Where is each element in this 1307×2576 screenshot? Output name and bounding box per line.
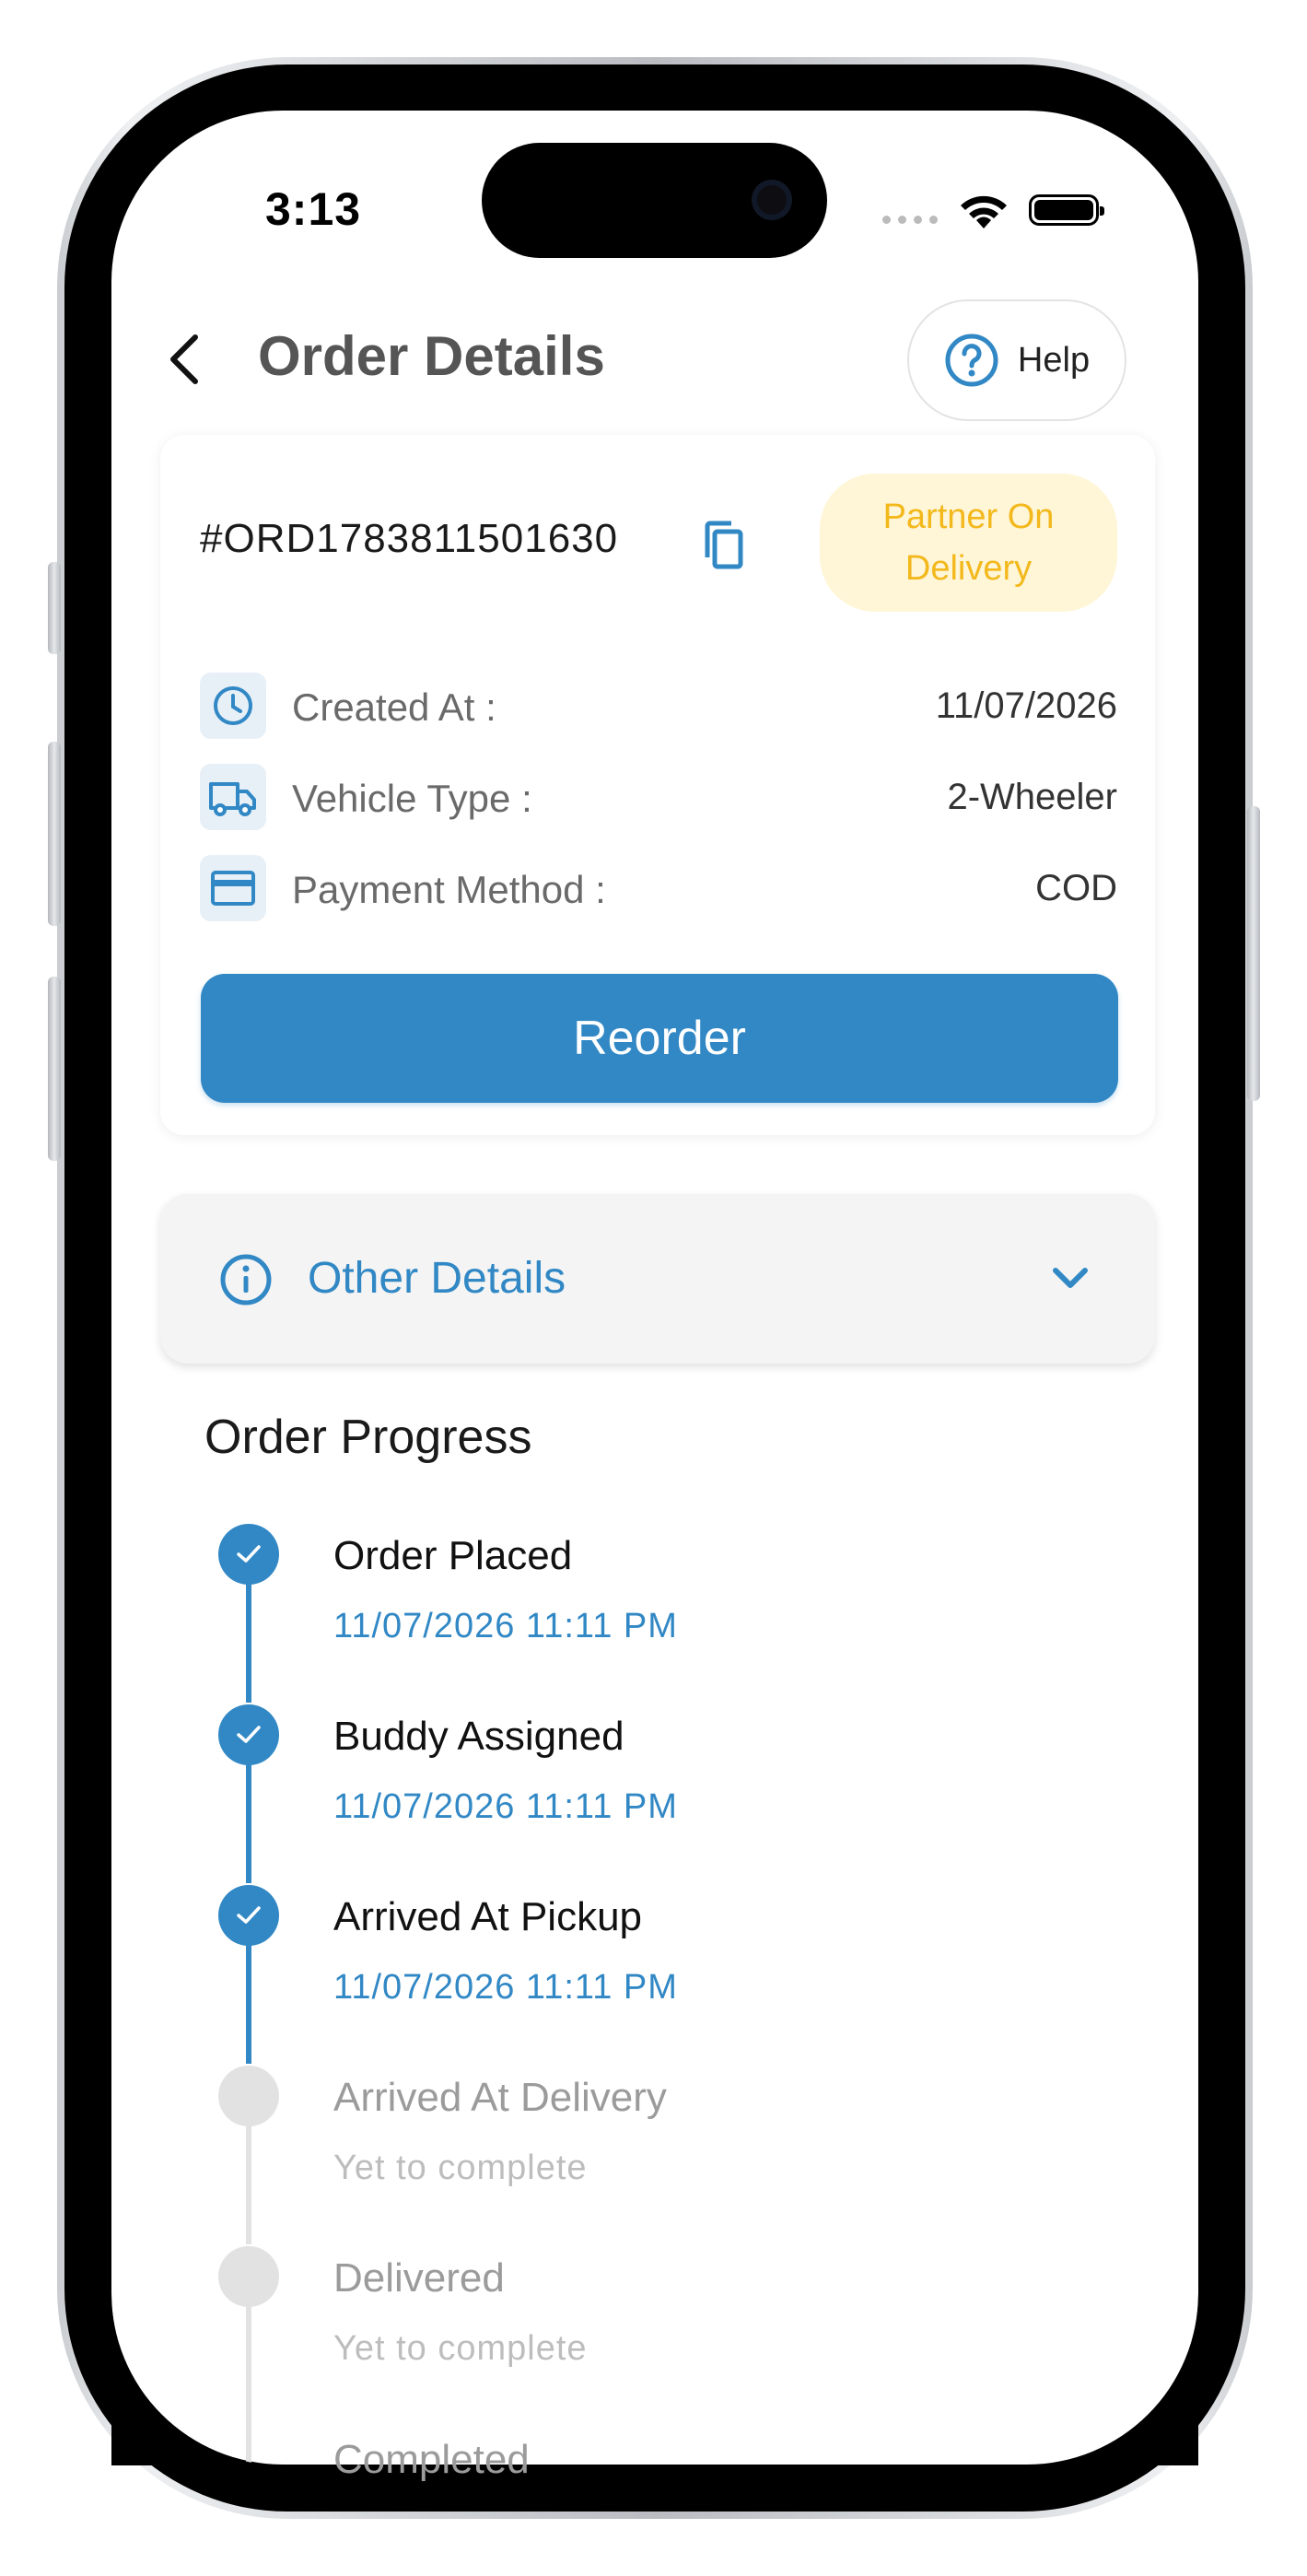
step-timestamp: 11/07/2026 11:11 PM [333,1968,678,2007]
step-title: Order Placed [333,1533,573,1578]
step-title: Arrived At Delivery [333,2075,667,2120]
detail-row-created-at: Created At : 11/07/2026 [200,673,1117,739]
detail-label: Payment Method : [292,868,606,911]
detail-label: Vehicle Type : [292,777,532,820]
info-icon [220,1254,272,1306]
other-details-accordion[interactable]: Other Details [160,1194,1155,1364]
order-progress-title: Order Progress [204,1411,532,1464]
dynamic-island [482,143,827,258]
detail-row-vehicle-type: Vehicle Type : 2-Wheeler [200,764,1117,830]
step-status: Yet to complete [333,2149,588,2187]
wifi-icon [961,195,1007,228]
timeline-connector [246,1582,251,1703]
help-button[interactable]: Help [907,299,1126,421]
clock-icon [200,673,266,739]
timeline-connector [246,1943,251,2064]
chevron-down-icon [1053,1268,1088,1288]
status-badge: Partner On Delivery [820,474,1117,612]
detail-value: 11/07/2026 [935,685,1117,726]
volume-up-button [48,742,61,926]
help-label: Help [1017,340,1091,380]
check-icon [218,1704,279,1765]
copy-icon[interactable] [702,519,746,570]
signal-icon [882,216,938,224]
camera-icon [752,180,792,220]
other-details-label: Other Details [308,1254,566,1303]
battery-icon [1029,194,1104,226]
volume-down-button [48,977,61,1161]
step-title: Buddy Assigned [333,1714,624,1759]
detail-label: Created At : [292,685,496,729]
status-time: 3:13 [265,183,362,235]
screen-bottom-mask [111,2285,1198,2465]
timeline-connector [246,2124,251,2244]
timeline-connector [246,1762,251,1883]
step-title: Arrived At Pickup [333,1894,643,1939]
help-icon [945,334,998,387]
page-title: Order Details [258,325,605,387]
step-timestamp: 11/07/2026 11:11 PM [333,1607,678,1645]
step-timestamp: 11/07/2026 11:11 PM [333,1787,678,1826]
action-button [48,562,61,654]
check-icon [218,1885,279,1946]
pending-dot-icon [218,2066,279,2126]
check-icon [218,1524,279,1585]
order-id: #ORD1783811501630 [200,516,619,561]
back-arrow-icon[interactable] [164,332,204,387]
power-button [1247,806,1260,1101]
detail-value: COD [1035,868,1117,908]
status-badge-text: Partner On Delivery [882,498,1055,588]
detail-value: 2-Wheeler [947,777,1117,817]
reorder-button[interactable]: Reorder [201,974,1118,1103]
truck-icon [200,764,266,830]
credit-card-icon [200,855,266,921]
detail-row-payment-method: Payment Method : COD [200,855,1117,921]
